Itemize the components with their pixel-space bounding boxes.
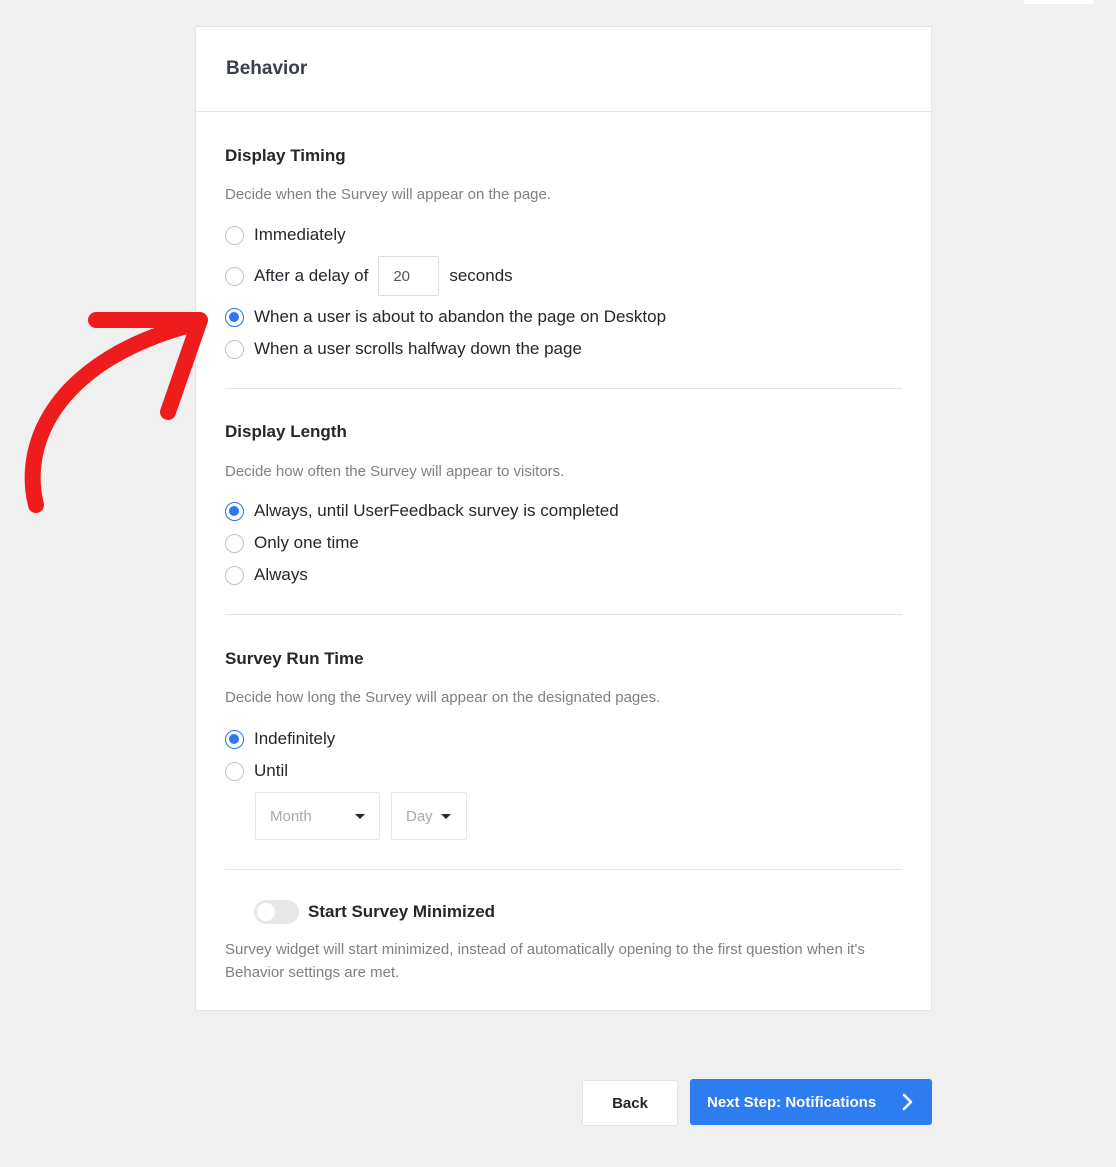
radio-icon[interactable] — [225, 266, 244, 286]
delay-seconds-input[interactable]: 20 — [378, 256, 440, 296]
minimized-label: Start Survey Minimized — [308, 902, 496, 921]
length-option-always[interactable]: Always — [225, 565, 308, 585]
divider — [225, 869, 902, 870]
timing-option-delay[interactable]: After a delay of 20 seconds — [225, 256, 513, 296]
day-select[interactable]: Day — [391, 792, 467, 840]
option-label: Indefinitely — [254, 729, 336, 748]
display-timing-description: Decide when the Survey will appear on th… — [225, 186, 552, 203]
card-body: Display Timing Decide when the Survey wi… — [196, 112, 931, 1011]
radio-icon[interactable] — [225, 761, 244, 781]
caret-down-icon — [355, 814, 365, 819]
display-timing-title: Display Timing — [225, 146, 346, 165]
run-time-description: Decide how long the Survey will appear o… — [225, 689, 661, 706]
display-length-description: Decide how often the Survey will appear … — [225, 463, 565, 480]
corner-mark — [1024, 0, 1094, 4]
option-label: Immediately — [254, 225, 346, 244]
run-option-indefinitely[interactable]: Indefinitely — [225, 729, 335, 749]
month-select[interactable]: Month — [255, 792, 380, 840]
caret-down-icon — [441, 814, 451, 819]
radio-checked-icon[interactable] — [225, 729, 244, 749]
month-select-value: Month — [270, 807, 312, 825]
run-time-title: Survey Run Time — [225, 649, 364, 668]
next-step-button[interactable]: Next Step: Notifications — [690, 1079, 932, 1125]
option-label: Until — [254, 761, 289, 780]
option-label: When a user is about to abandon the page… — [254, 307, 667, 326]
length-option-one-time[interactable]: Only one time — [225, 533, 359, 553]
option-label: When a user scrolls halfway down the pag… — [254, 339, 582, 358]
timing-option-scroll[interactable]: When a user scrolls halfway down the pag… — [225, 339, 582, 359]
minimized-description: Survey widget will start minimized, inst… — [225, 941, 865, 981]
timing-option-immediately[interactable]: Immediately — [225, 225, 346, 245]
radio-icon[interactable] — [225, 565, 244, 585]
option-label: Always, until UserFeedback survey is com… — [254, 501, 619, 520]
card-title: Behavior — [226, 58, 308, 79]
radio-icon[interactable] — [225, 533, 244, 553]
back-button[interactable]: Back — [582, 1080, 678, 1126]
display-length-title: Display Length — [225, 422, 347, 441]
radio-icon[interactable] — [225, 225, 244, 245]
divider — [225, 614, 902, 615]
length-option-until-completed[interactable]: Always, until UserFeedback survey is com… — [225, 501, 619, 521]
option-label-after: seconds — [449, 266, 513, 285]
back-button-label: Back — [612, 1094, 648, 1112]
option-label: Only one time — [254, 533, 359, 552]
minimized-toggle[interactable] — [254, 900, 299, 924]
divider — [225, 388, 902, 389]
option-label-before: After a delay of — [254, 266, 369, 285]
behavior-card: Behavior Display Timing Decide when the … — [195, 26, 932, 1011]
annotation-arrow-icon — [24, 312, 208, 513]
option-label: Always — [254, 565, 308, 584]
timing-option-abandon[interactable]: When a user is about to abandon the page… — [225, 307, 666, 327]
chevron-right-icon — [902, 1093, 913, 1111]
card-header: Behavior — [196, 27, 931, 112]
run-option-until[interactable]: Until — [225, 761, 288, 781]
next-button-label: Next Step: Notifications — [707, 1093, 877, 1111]
day-select-value: Day — [406, 807, 433, 825]
toggle-knob — [257, 903, 275, 921]
